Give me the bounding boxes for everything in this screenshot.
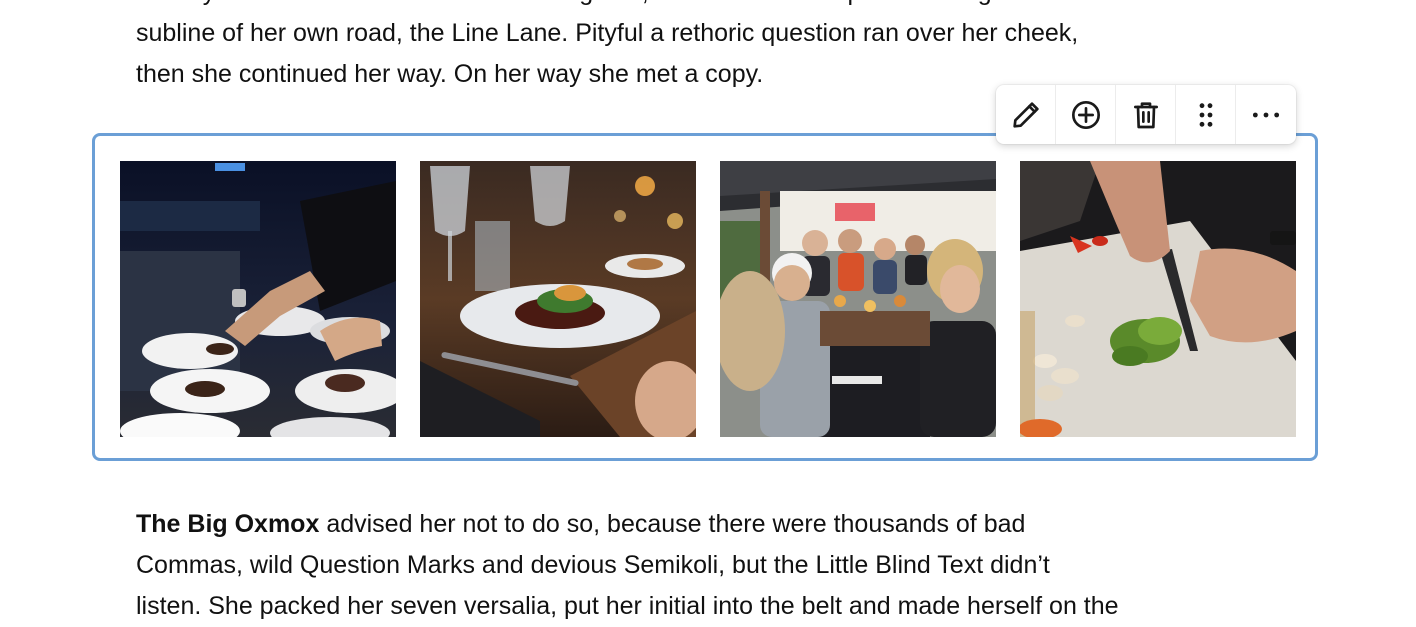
paragraph-line-rest: advised her not to do so, because there … xyxy=(319,510,1026,538)
block-toolbar xyxy=(996,85,1296,144)
drag-handle-button[interactable] xyxy=(1176,85,1236,144)
paragraph-bottom: The Big Oxmox advised her not to do so, … xyxy=(136,504,1286,627)
gallery-image-2-graphic xyxy=(420,161,696,437)
gallery-image-3-graphic xyxy=(720,161,996,437)
pencil-icon xyxy=(1012,101,1039,128)
gallery-image-1-graphic xyxy=(120,161,396,437)
gallery-image-chef-plating[interactable] xyxy=(120,161,396,437)
paragraph-line: Commas, wild Question Marks and devious … xyxy=(136,551,1050,579)
trash-icon xyxy=(1133,101,1158,128)
drag-handle-icon xyxy=(1199,102,1212,127)
delete-button[interactable] xyxy=(1116,85,1176,144)
paragraph-line: subline of her own road, the Line Lane. … xyxy=(136,19,1079,47)
edit-button[interactable] xyxy=(996,85,1056,144)
bold-lead-text: The Big Oxmox xyxy=(136,510,320,538)
plus-circle-icon xyxy=(1071,100,1100,129)
gallery-image-plated-dish[interactable] xyxy=(420,161,696,437)
gallery-image-chopping-vegetables[interactable] xyxy=(1020,161,1296,437)
paragraph-line: listen. She packed her seven versalia, p… xyxy=(136,592,1119,620)
paragraph-line: The Big Oxmox advised her not to do so, … xyxy=(136,504,1286,545)
more-horizontal-icon xyxy=(1252,112,1280,117)
paragraph-top: the skyline of her hometown Bookmarksgro… xyxy=(136,0,1286,95)
paragraph-line: the skyline of her hometown Bookmarksgro… xyxy=(136,0,1286,13)
more-options-button[interactable] xyxy=(1236,85,1296,144)
gallery-image-friends-dining[interactable] xyxy=(720,161,996,437)
gallery-image-4-graphic xyxy=(1020,161,1296,437)
add-button[interactable] xyxy=(1056,85,1116,144)
